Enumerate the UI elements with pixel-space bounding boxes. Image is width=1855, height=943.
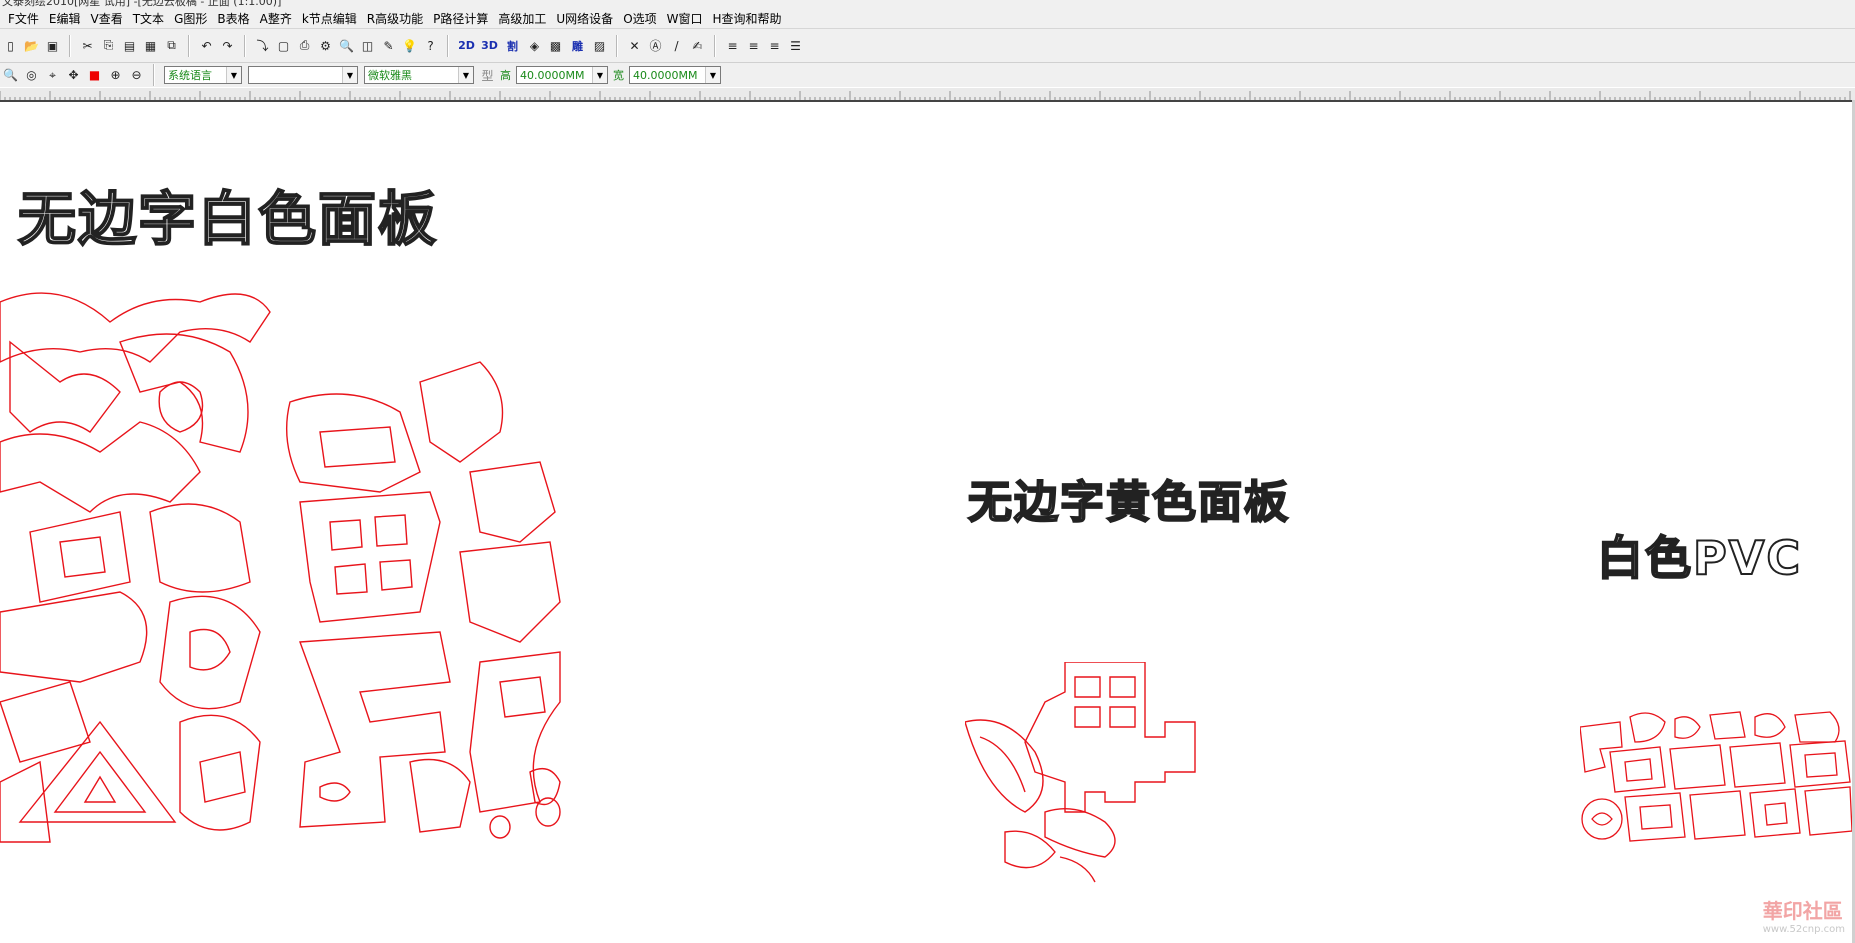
menu-text[interactable]: T文本 — [128, 10, 169, 27]
copy-icon[interactable]: ⎘ — [99, 36, 118, 55]
watermark-brand: 華印社區 — [1762, 899, 1843, 923]
effect-icon[interactable]: ◈ — [525, 36, 544, 55]
menu-table[interactable]: B表格 — [212, 10, 254, 27]
watermark: 華印社區 www.52cnp.com — [1763, 895, 1845, 935]
title-white-pvc[interactable]: 白色PVC — [1596, 522, 1802, 588]
undo-icon[interactable]: ↶ — [197, 36, 216, 55]
cut-mode-button[interactable]: 割 — [502, 36, 523, 55]
menu-options[interactable]: O选项 — [618, 10, 661, 27]
toolbar-divider — [244, 34, 246, 57]
bulb-icon[interactable]: 💡 — [400, 36, 419, 55]
width-label: 宽 — [613, 69, 624, 82]
paste-icon[interactable]: ▤ — [120, 36, 139, 55]
menu-edit[interactable]: E编辑 — [44, 10, 86, 27]
height-label: 高 — [500, 69, 511, 82]
toolbar-divider — [616, 34, 618, 57]
align-justify-icon[interactable]: ☰ — [786, 36, 805, 55]
font-type-icon[interactable]: 型 — [478, 66, 497, 85]
page-icon[interactable]: ▢ — [274, 36, 293, 55]
text-toolbar: 🔍 ◎ ⌖ ✥ ■ ⊕ ⊖ 系统语言 ▼ ▼ 微软雅黑 ▼ 型 高 40.000… — [0, 63, 1855, 87]
color-red-icon[interactable]: ■ — [85, 66, 104, 85]
title-bar: 文泰刻绘2010[网星 试用] -[无边云板稿 - 正面 (1:1.00)] — [0, 0, 1855, 8]
toolbar-divider — [714, 34, 716, 57]
chevron-down-icon[interactable]: ▼ — [226, 67, 241, 83]
help-icon[interactable]: ? — [421, 36, 440, 55]
menu-advanced-process[interactable]: 高级加工 — [493, 10, 551, 27]
cut-icon[interactable]: ✂ — [78, 36, 97, 55]
menu-node-edit[interactable]: k节点编辑 — [297, 10, 362, 27]
clone-icon[interactable]: ⧉ — [162, 36, 181, 55]
horizontal-ruler[interactable] — [0, 88, 1855, 102]
open-folder-icon[interactable]: 📂 — [22, 36, 41, 55]
ruler-ticks — [0, 91, 1851, 100]
chevron-down-icon[interactable]: ▼ — [458, 67, 473, 83]
import-icon[interactable]: ⤵ — [253, 36, 272, 55]
language-value: 系统语言 — [168, 69, 212, 82]
menu-advanced[interactable]: R高级功能 — [362, 10, 428, 27]
drawing-canvas[interactable]: 无边字白色面板 无边字黄色面板 白色PVC 華印社區 www.52cnp.com — [0, 102, 1855, 943]
menu-graphic[interactable]: G图形 — [169, 10, 212, 27]
red-cut-artwork-center[interactable] — [965, 662, 1225, 887]
width-field[interactable]: 40.0000MM ▼ — [629, 66, 721, 84]
zoom-page-icon[interactable]: ⊖ — [127, 66, 146, 85]
new-file-icon[interactable]: ▯ — [1, 36, 20, 55]
title-white-panel[interactable]: 无边字白色面板 — [17, 172, 438, 256]
paste-special-icon[interactable]: ▦ — [141, 36, 160, 55]
language-select[interactable]: 系统语言 ▼ — [164, 66, 242, 84]
menu-path-calc[interactable]: P路径计算 — [428, 10, 493, 27]
menu-align[interactable]: A整齐 — [255, 10, 297, 27]
fill-icon[interactable]: ▩ — [546, 36, 565, 55]
menu-network[interactable]: U网络设备 — [551, 10, 618, 27]
font-select[interactable]: 微软雅黑 ▼ — [364, 66, 474, 84]
print-icon[interactable]: ⎙ — [295, 36, 314, 55]
outline-font-icon[interactable]: Ⓐ — [646, 36, 665, 55]
red-cut-artwork-left[interactable] — [0, 282, 570, 852]
menu-window[interactable]: W窗口 — [662, 10, 708, 27]
toolbar-divider — [188, 34, 190, 57]
align-left-icon[interactable]: ≡ — [723, 36, 742, 55]
zoom-in-icon[interactable]: ⊕ — [106, 66, 125, 85]
menu-bar: F文件 E编辑 V查看 T文本 G图形 B表格 A整齐 k节点编辑 R高级功能 … — [0, 8, 1855, 29]
title-yellow-panel[interactable]: 无边字黄色面板 — [967, 466, 1290, 530]
window-title: 文泰刻绘2010[网星 试用] -[无边云板稿 - 正面 (1:1.00)] — [2, 0, 282, 8]
save-icon[interactable]: ▣ — [43, 36, 62, 55]
menu-view[interactable]: V查看 — [86, 10, 128, 27]
font-value: 微软雅黑 — [368, 69, 412, 82]
zoom-select-icon[interactable]: ⌖ — [43, 66, 62, 85]
plotter-icon[interactable]: ⚙ — [316, 36, 335, 55]
redo-icon[interactable]: ↷ — [218, 36, 237, 55]
menu-help[interactable]: H查询和帮助 — [708, 10, 787, 27]
color-icon[interactable]: ▨ — [590, 36, 609, 55]
zoom-fit-icon[interactable]: ◎ — [22, 66, 41, 85]
frame-icon[interactable]: ◫ — [358, 36, 377, 55]
chevron-down-icon[interactable]: ▼ — [592, 67, 607, 83]
zoom-out-icon[interactable]: 🔍 — [1, 66, 20, 85]
carve-mode-button[interactable]: 雕 — [567, 36, 588, 55]
pan-icon[interactable]: ✥ — [64, 66, 83, 85]
toolbar-divider — [69, 34, 71, 57]
menu-file[interactable]: F文件 — [0, 10, 44, 27]
pen-icon[interactable]: ✎ — [379, 36, 398, 55]
chevron-down-icon[interactable]: ▼ — [705, 67, 720, 83]
toolbar-divider — [447, 34, 449, 57]
mode-2d-button[interactable]: 2D — [456, 36, 477, 55]
width-value: 40.0000MM — [633, 68, 698, 82]
align-center-icon[interactable]: ≡ — [744, 36, 763, 55]
red-cut-artwork-right[interactable] — [1580, 707, 1855, 847]
height-field[interactable]: 40.0000MM ▼ — [516, 66, 608, 84]
watermark-url: www.52cnp.com — [1762, 924, 1845, 935]
italic-icon[interactable]: / — [667, 36, 686, 55]
mode-3d-button[interactable]: 3D — [479, 36, 500, 55]
edit-text-icon[interactable]: ✍ — [688, 36, 707, 55]
text-effect-icon[interactable]: ✕ — [625, 36, 644, 55]
height-value: 40.0000MM — [520, 68, 585, 82]
toolbar-divider — [153, 64, 155, 86]
main-toolbar: ▯ 📂 ▣ ✂ ⎘ ▤ ▦ ⧉ ↶ ↷ ⤵ ▢ ⎙ ⚙ 🔍 ◫ ✎ 💡 ? 2D… — [0, 29, 1855, 63]
align-right-icon[interactable]: ≡ — [765, 36, 784, 55]
style-select[interactable]: ▼ — [248, 66, 358, 84]
print-preview-icon[interactable]: 🔍 — [337, 36, 356, 55]
chevron-down-icon[interactable]: ▼ — [342, 67, 357, 83]
